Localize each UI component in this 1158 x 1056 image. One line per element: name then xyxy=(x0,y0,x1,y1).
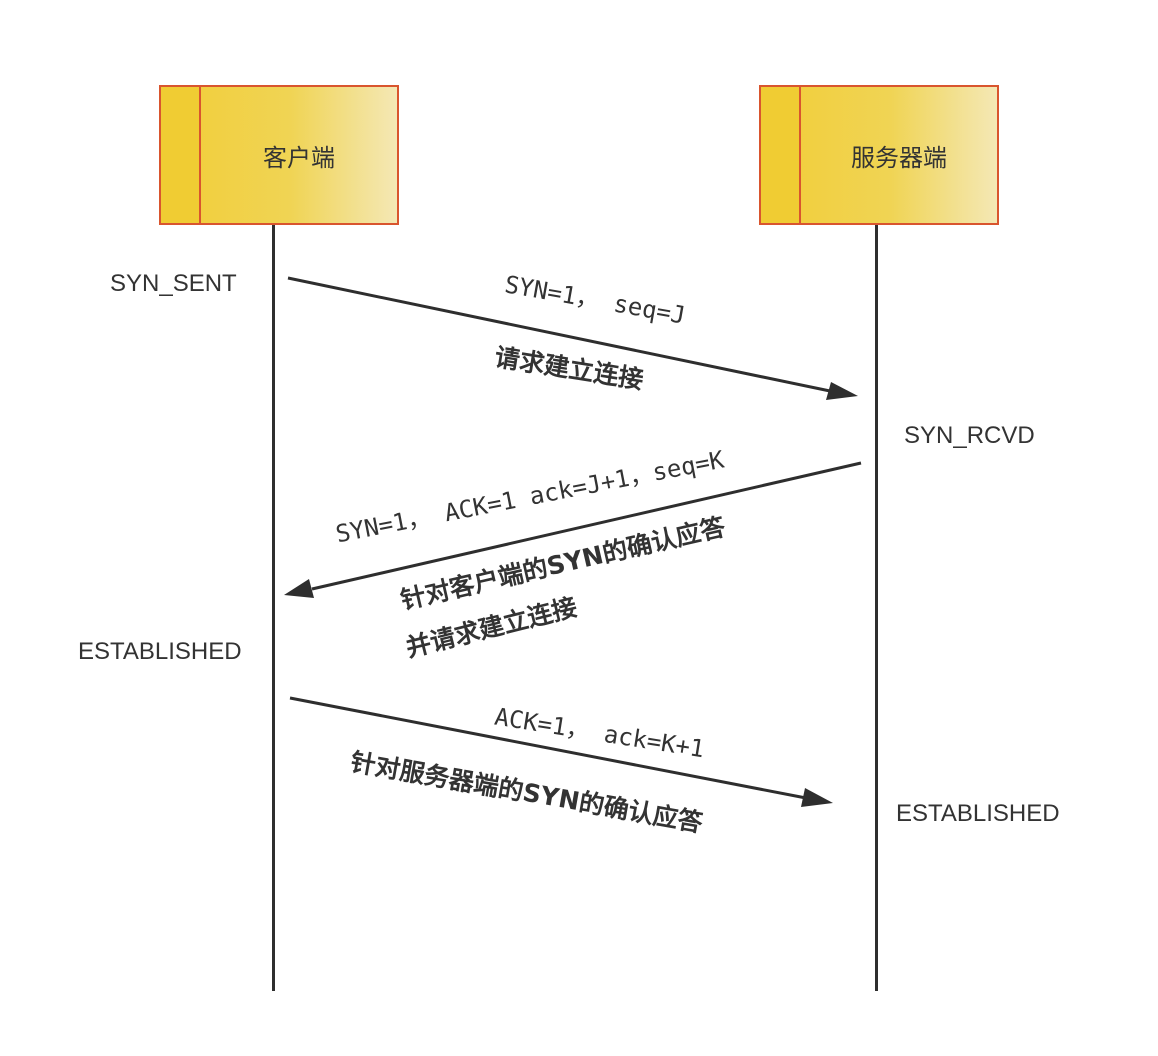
server-state-syn-rcvd: SYN_RCVD xyxy=(904,422,1035,449)
arrowhead-syn-ack xyxy=(284,579,314,598)
server-state-established: ESTABLISHED xyxy=(896,800,1060,827)
arrowhead-syn xyxy=(826,382,858,400)
client-state-established: ESTABLISHED xyxy=(78,638,242,665)
client-state-syn-sent: SYN_SENT xyxy=(110,270,237,297)
message-arrows xyxy=(284,276,862,807)
arrowhead-ack xyxy=(801,788,833,807)
tcp-three-way-handshake-diagram: 客户端 服务器端 SYN_SENT SYN_RCVD ESTABLISHED E… xyxy=(0,0,1158,1056)
